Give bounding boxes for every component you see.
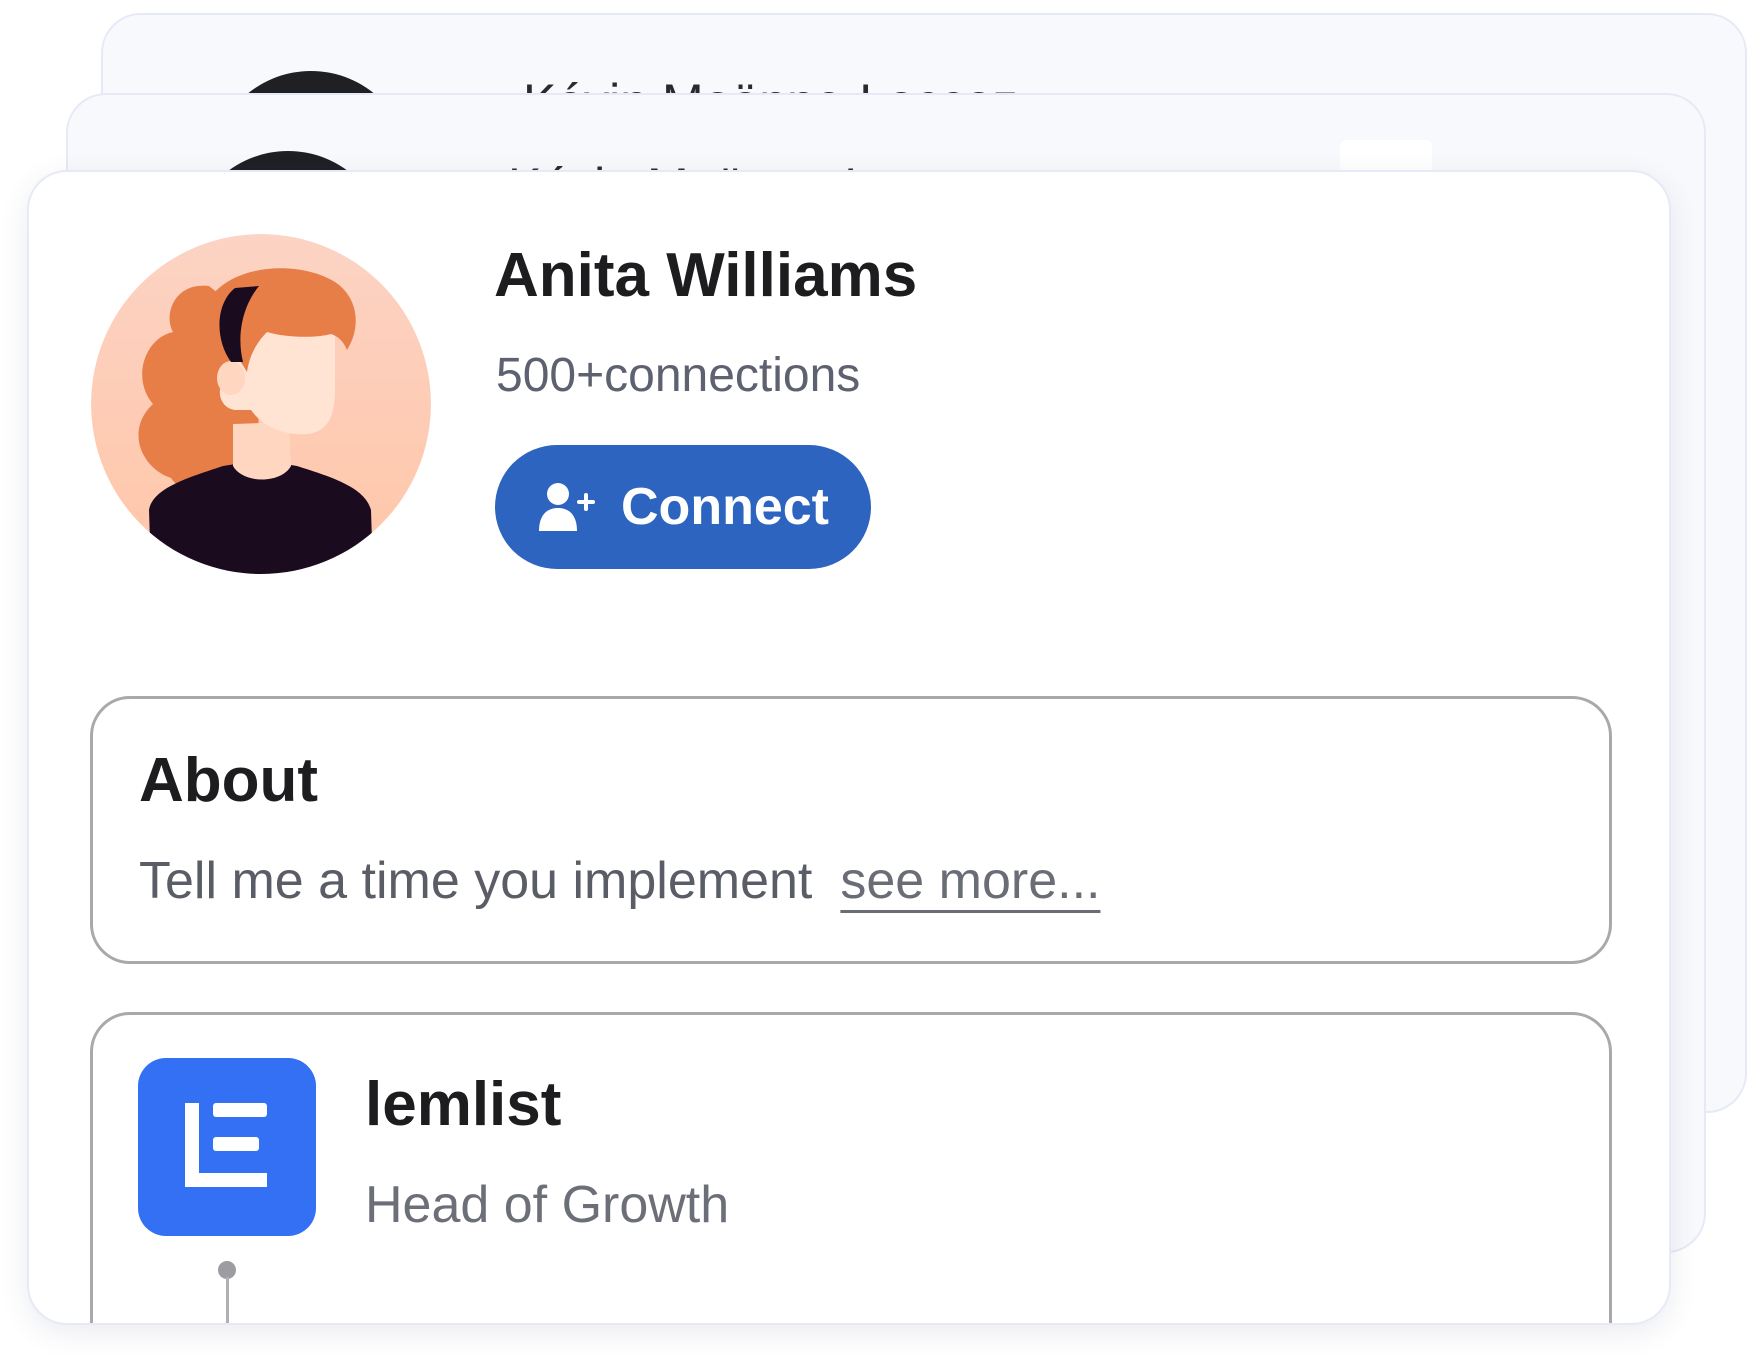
company-logo [138,1058,316,1236]
about-section: About Tell me a time you implement see mo… [90,696,1612,964]
add-user-icon [539,483,595,531]
experience-section: lemlist Head of Growth [90,1012,1612,1323]
timeline-line [226,1277,229,1323]
about-summary: Tell me a time you implement see more... [139,851,1100,911]
connections-count: 500+connections [496,349,861,402]
lemlist-logo-icon [185,1103,267,1187]
profile-name: Anita Williams [494,241,918,310]
about-heading: About [139,746,319,815]
company-name: lemlist [365,1070,562,1139]
connect-button[interactable]: Connect [495,445,871,569]
see-more-link[interactable]: see more... [840,852,1100,910]
connect-button-label: Connect [621,478,829,536]
job-title: Head of Growth [365,1176,730,1234]
avatar [91,234,431,574]
profile-card: Anita Williams 500+connections Connect A… [27,170,1671,1325]
about-text: Tell me a time you implement [139,852,813,910]
